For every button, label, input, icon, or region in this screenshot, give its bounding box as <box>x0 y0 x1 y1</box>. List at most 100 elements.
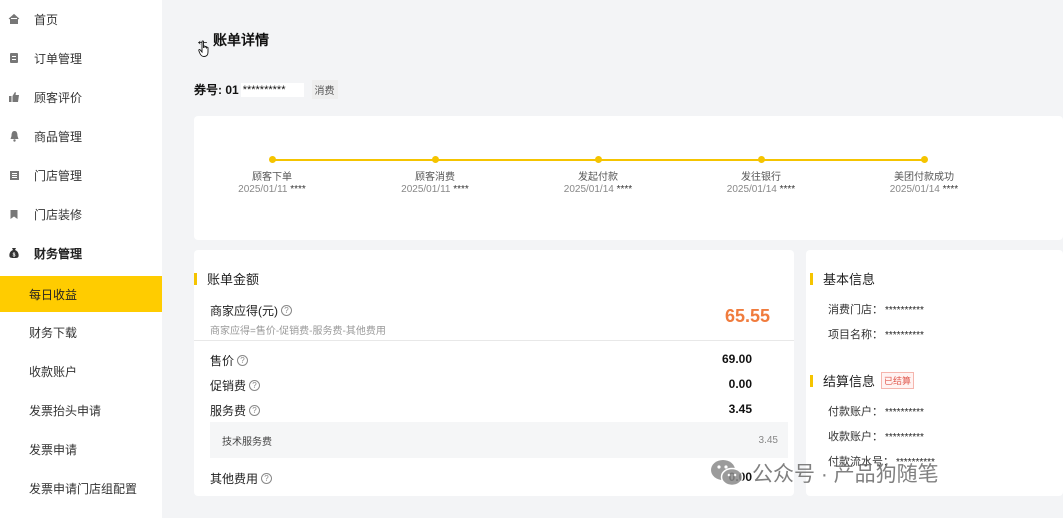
progress-dot <box>758 156 765 163</box>
info-value: ********** <box>885 305 924 316</box>
help-icon[interactable]: ? <box>261 473 273 484</box>
sidebar-sub-daily-income[interactable]: 每日收益 <box>0 276 162 312</box>
price-label: 售价 <box>210 354 235 368</box>
tech-fee-label: 技术服务费 <box>222 436 272 448</box>
info-value: ********** <box>885 330 924 341</box>
pay-account-row: 付款账户： ********** <box>828 403 924 419</box>
sidebar-item-products[interactable]: 商品管理 <box>0 120 162 152</box>
settled-badge: 已结算 <box>881 372 915 389</box>
sidebar-item-label: 首页 <box>34 12 59 27</box>
bill-section-title: 账单金额 <box>194 269 259 288</box>
help-icon[interactable]: ? <box>237 355 249 366</box>
sidebar-item-label: 顾客评价 <box>34 90 83 105</box>
section-accent-bar <box>194 272 197 285</box>
step-time: 2025/01/11 **** <box>401 184 469 195</box>
page-title: 账单详情 <box>213 32 269 48</box>
sidebar-item-orders[interactable]: 订单管理 <box>0 42 162 74</box>
promo-value: 0.00 <box>728 377 752 391</box>
info-label: 收款账户： <box>828 431 883 443</box>
sidebar-item-label: 门店装修 <box>34 207 83 222</box>
voucher-type-tag: 消费 <box>311 80 338 99</box>
step-time: 2025/01/14 **** <box>563 184 633 195</box>
main-content: ← 账单详情 券号: 01 ********** 消费 顾客下单 顾客消费 发起… <box>162 0 1063 518</box>
price-value: 69.00 <box>721 352 752 366</box>
sidebar: 首页 订单管理 顾客评价 商品管理 门店管理 门店装修 $ 财务管理 每日收益 … <box>0 0 162 518</box>
sidebar-item-label: 门店管理 <box>34 168 83 183</box>
store-row: 消费门店： ********** <box>828 301 924 317</box>
step-time: 2025/01/14 **** <box>726 184 796 195</box>
sidebar-sub-invoice-apply[interactable]: 发票申请 <box>0 431 162 467</box>
step-label: 美团付款成功 <box>894 172 954 183</box>
hand-cursor-icon <box>198 40 209 57</box>
section-title-text: 结算信息 <box>823 374 876 389</box>
wechat-logo-icon <box>711 460 744 487</box>
bookmark-icon <box>8 208 20 220</box>
step-time: 2025/01/11 **** <box>238 184 306 195</box>
step-label: 顾客下单 <box>252 172 292 183</box>
voucher-row: 券号: 01 ********** 消费 <box>194 80 338 99</box>
other-fee-row: 其他费用 ? <box>210 470 790 487</box>
thumbs-up-icon <box>8 91 20 103</box>
sidebar-item-home[interactable]: 首页 <box>0 3 162 35</box>
progress-dot <box>269 156 276 163</box>
merchant-due-row: 商家应得(元) ? <box>210 302 790 319</box>
info-value: ********** <box>885 432 924 443</box>
tech-fee-value: 3.45 <box>758 434 778 446</box>
sidebar-item-label: 财务管理 <box>34 246 83 261</box>
promo-row: 促销费 ? <box>210 377 790 394</box>
service-fee-row: 服务费 ? <box>210 402 790 419</box>
section-title-text: 账单金额 <box>207 272 260 287</box>
svg-text:$: $ <box>13 253 16 259</box>
voucher-number: ********** <box>240 82 304 97</box>
bill-card: 账单金额 商家应得(元) ? 65.55 商家应得=售价-促销费-服务费-其他费… <box>194 250 794 496</box>
settlement-info-title: 结算信息 已结算 <box>810 371 915 390</box>
info-label: 消费门店： <box>828 304 883 316</box>
section-accent-bar <box>810 272 813 285</box>
service-fee-value: 3.45 <box>728 402 752 416</box>
sidebar-item-reviews[interactable]: 顾客评价 <box>0 81 162 113</box>
home-icon <box>8 13 20 25</box>
sidebar-sub-payment-account[interactable]: 收款账户 <box>0 353 162 389</box>
info-value: ********** <box>885 407 924 418</box>
step-time: 2025/01/14 **** <box>889 184 959 195</box>
help-icon[interactable]: ? <box>249 405 261 416</box>
tech-fee-box: 技术服务费 3.45 <box>210 422 788 458</box>
progress-dot <box>595 156 602 163</box>
progress-card: 顾客下单 顾客消费 发起付款 发往银行 美团付款成功 2025/01/11 **… <box>194 116 1063 240</box>
sidebar-sub-invoice-store-config[interactable]: 发票申请门店组配置 <box>0 470 162 506</box>
section-accent-bar <box>810 374 813 387</box>
section-title-text: 基本信息 <box>823 272 876 287</box>
bell-icon <box>8 130 20 142</box>
step-label: 发起付款 <box>578 172 618 183</box>
sidebar-item-decoration[interactable]: 门店装修 <box>0 198 162 230</box>
sidebar-item-label: 商品管理 <box>34 129 83 144</box>
sidebar-sub-invoice-title[interactable]: 发票抬头申请 <box>0 392 162 428</box>
voucher-label: 券号: 01 <box>194 83 239 97</box>
list-icon <box>8 169 20 181</box>
divider <box>194 340 794 341</box>
other-fee-label: 其他费用 <box>210 472 259 486</box>
progress-dot <box>432 156 439 163</box>
merchant-due-amount: 65.55 <box>724 306 770 326</box>
info-label: 付款账户： <box>828 406 883 418</box>
formula-text: 商家应得=售价-促销费-服务费-其他费用 <box>210 326 386 337</box>
sidebar-sub-finance-download[interactable]: 财务下载 <box>0 314 162 350</box>
sidebar-item-stores[interactable]: 门店管理 <box>0 159 162 191</box>
money-bag-icon: $ <box>8 247 20 259</box>
document-icon <box>8 52 20 64</box>
progress-dot <box>921 156 928 163</box>
promo-label: 促销费 <box>210 379 247 393</box>
info-label: 项目名称： <box>828 329 883 341</box>
price-row: 售价 ? <box>210 352 790 369</box>
basic-info-title: 基本信息 <box>810 269 875 288</box>
project-row: 项目名称： ********** <box>828 326 924 342</box>
watermark: 公众号 · 产品狗随笔 <box>710 458 939 488</box>
sidebar-item-label: 订单管理 <box>34 51 83 66</box>
help-icon[interactable]: ? <box>281 305 292 316</box>
step-label: 发往银行 <box>741 172 781 183</box>
merchant-due-label: 商家应得(元) <box>210 304 278 318</box>
receive-account-row: 收款账户： ********** <box>828 428 924 444</box>
help-icon[interactable]: ? <box>249 380 261 391</box>
sidebar-item-finance[interactable]: $ 财务管理 <box>0 237 162 269</box>
service-fee-label: 服务费 <box>210 404 247 418</box>
